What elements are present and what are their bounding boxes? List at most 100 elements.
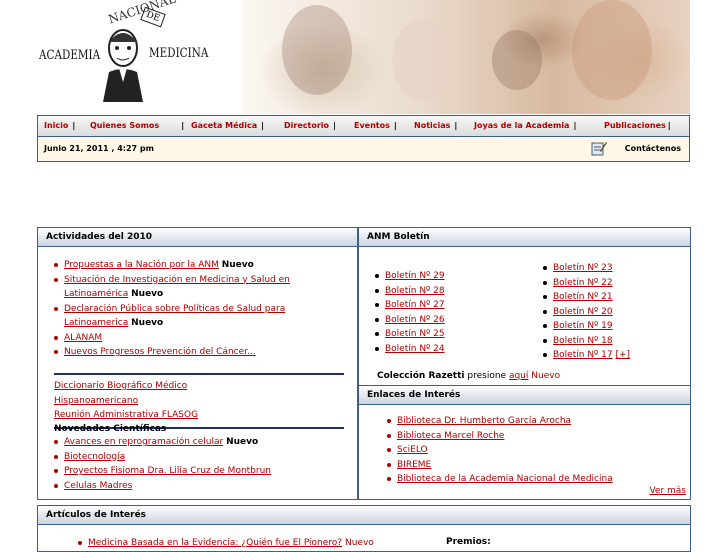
contact-edit-icon[interactable]: [591, 140, 607, 156]
boletin-link[interactable]: Boletín Nº 23: [553, 263, 613, 273]
articulo-link[interactable]: Medicina Basada en la Evidencia: ¿Quién …: [88, 538, 342, 548]
nuevo-badge: Nuevo: [131, 318, 164, 328]
boletin-link[interactable]: Boletín Nº 25: [385, 329, 445, 339]
enlace-link[interactable]: Biblioteca de la Academia Nacional de Me…: [397, 474, 613, 484]
boletin-link[interactable]: Boletín Nº 27: [385, 300, 445, 310]
novedad-link[interactable]: Biotecnología: [64, 452, 125, 462]
list-item: Boletín Nº 26: [375, 313, 445, 328]
boletin-link[interactable]: Boletín Nº 18: [553, 336, 613, 346]
enlace-link[interactable]: BIREME: [397, 460, 431, 470]
list-item: Situación de Investigación en Medicina y…: [54, 273, 344, 302]
novedades-list: Avances en reprogramación celular Nuevo …: [54, 435, 344, 493]
activity-link[interactable]: Propuestas a la Nación por la ANM: [64, 260, 219, 270]
boletin-link[interactable]: Boletín Nº 20: [553, 307, 613, 317]
boletin-panel: ANM Boletín Boletín Nº 29 Boletín Nº 28 …: [358, 227, 691, 500]
boletin-list-left: Boletín Nº 29 Boletín Nº 28 Boletín Nº 2…: [375, 269, 445, 356]
diccionario-link[interactable]: Diccionario Biográfico Médico: [54, 381, 187, 391]
nuevo-badge: Nuevo: [131, 289, 164, 299]
nav-item-gaceta-medica[interactable]: Gaceta Médica |: [191, 121, 264, 130]
nav-item-eventos[interactable]: Eventos |: [354, 121, 397, 130]
boletin-link[interactable]: Boletín Nº 28: [385, 286, 445, 296]
site-header: NACIONAL DE ACADEMIA MEDICINA: [37, 0, 690, 114]
date-bar: Junio 21, 2011 , 4:27 pm Contáctenos: [37, 136, 690, 162]
list-item: Boletín Nº 25: [375, 327, 445, 342]
logo-text-academia: ACADEMIA: [39, 48, 101, 63]
list-item: Boletín Nº 22: [543, 276, 630, 291]
header-mural-image: [242, 0, 690, 114]
activity-link[interactable]: Nuevos Progresos Prevención del Cáncer..…: [64, 347, 256, 357]
activity-link[interactable]: Situación de Investigación en Medicina y…: [64, 275, 290, 300]
boletin-list-right: Boletín Nº 23 Boletín Nº 22 Boletín Nº 2…: [543, 261, 630, 363]
logo-text-medicina: MEDICINA: [149, 46, 209, 61]
boletin-link[interactable]: Boletín Nº 24: [385, 344, 445, 354]
list-item: Avances en reprogramación celular Nuevo: [54, 435, 344, 450]
list-item: Boletín Nº 23: [543, 261, 630, 276]
coleccion-badge: Nuevo: [531, 371, 561, 381]
boletin-link[interactable]: Boletín Nº 19: [553, 321, 613, 331]
activity-link[interactable]: Declaración Pública sobre Políticas de S…: [64, 304, 285, 329]
enlace-link[interactable]: SciELO: [397, 445, 428, 455]
panel-title: Artículos de Interés: [38, 506, 690, 525]
actividades-list: Propuestas a la Nación por la ANM Nuevo …: [54, 258, 344, 360]
extra-links: Diccionario Biográfico Médico Hispanoame…: [54, 369, 344, 433]
section-heading: Novedades Científicas: [54, 424, 167, 434]
boletin-link[interactable]: Boletín Nº 26: [385, 315, 445, 325]
current-date: Junio 21, 2011 , 4:27 pm: [44, 144, 154, 153]
main-navigation: Inicio | Quienes Somos | Gaceta Médica | Di…: [37, 115, 690, 137]
hispanoamericano-link[interactable]: Hispanoamericano: [54, 396, 138, 406]
divider: [54, 373, 344, 375]
coleccion-razetti: Colección Razetti presione aquí Nuevo: [377, 371, 560, 381]
list-item: Biblioteca Marcel Roche: [387, 429, 613, 444]
actividades-panel: Actividades del 2010 Propuestas a la Nac…: [37, 227, 358, 500]
list-item: Medicina Basada en la Evidencia: ¿Quién …: [78, 536, 374, 551]
novedad-link[interactable]: Avances en reprogramación celular: [64, 437, 223, 447]
nuevo-badge: Nuevo: [221, 260, 254, 270]
nav-item-directorio[interactable]: Directorio |: [284, 121, 336, 130]
enlace-link[interactable]: Biblioteca Dr. Humberto García Arocha: [397, 416, 571, 426]
enlaces-list: Biblioteca Dr. Humberto García Arocha Bi…: [387, 414, 613, 487]
premios-heading: Premios:: [446, 537, 491, 547]
list-item: ALANAM: [54, 331, 344, 346]
nav-item-noticias[interactable]: Noticias |: [414, 121, 457, 130]
articulos-list: Medicina Basada en la Evidencia: ¿Quién …: [78, 536, 374, 551]
list-item: BIREME: [387, 458, 613, 473]
list-item: Biblioteca Dr. Humberto García Arocha: [387, 414, 613, 429]
list-item: Boletín Nº 27: [375, 298, 445, 313]
enlace-link[interactable]: Biblioteca Marcel Roche: [397, 431, 504, 441]
novedades-section: Novedades Científicas Avances en reprogr…: [54, 424, 344, 493]
logo-portrait-icon: [103, 29, 143, 102]
nuevo-badge: Nuevo: [344, 538, 374, 548]
boletin-link[interactable]: Boletín Nº 29: [385, 271, 445, 281]
coleccion-link[interactable]: aquí: [509, 371, 528, 381]
boletin-more-link[interactable]: [+]: [615, 350, 630, 360]
panel-title: ANM Boletín: [359, 228, 690, 247]
activity-link[interactable]: ALANAM: [64, 333, 102, 343]
nav-item-publicaciones[interactable]: Publicaciones |: [604, 121, 671, 130]
coleccion-text: presione: [467, 371, 507, 381]
list-item: Boletín Nº 28: [375, 284, 445, 299]
list-item: Boletín Nº 21: [543, 290, 630, 305]
nav-item-quienes-somos[interactable]: Quienes Somos |: [90, 121, 184, 130]
nuevo-badge: Nuevo: [226, 437, 259, 447]
list-item: Propuestas a la Nación por la ANM Nuevo: [54, 258, 344, 273]
list-item: Proyectos Fisioma Dra. Lilia Cruz de Mon…: [54, 464, 344, 479]
contact-link[interactable]: Contáctenos: [625, 144, 681, 153]
boletin-link[interactable]: Boletín Nº 21: [553, 292, 613, 302]
novedad-link[interactable]: Celulas Madres: [64, 481, 132, 491]
coleccion-label: Colección Razetti: [377, 371, 465, 381]
list-item: Boletín Nº 24: [375, 342, 445, 357]
list-item: Boletín Nº 20: [543, 305, 630, 320]
panel-title: Actividades del 2010: [38, 228, 357, 247]
boletin-link[interactable]: Boletín Nº 22: [553, 278, 613, 288]
enlaces-title: Enlaces de Interés: [359, 385, 690, 405]
ver-mas-link[interactable]: Ver más: [649, 486, 686, 496]
nav-item-joyas[interactable]: Joyas de la Academia |: [474, 121, 576, 130]
nav-item-inicio[interactable]: Inicio |: [44, 121, 75, 130]
novedad-link[interactable]: Proyectos Fisioma Dra. Lilia Cruz de Mon…: [64, 466, 271, 476]
flasog-link[interactable]: Reunión Administrativa FLASOG: [54, 410, 198, 420]
list-item: Biblioteca de la Academia Nacional de Me…: [387, 472, 613, 487]
list-item: SciELO: [387, 443, 613, 458]
boletin-link[interactable]: Boletín Nº 17: [553, 350, 613, 360]
list-item: Declaración Pública sobre Políticas de S…: [54, 302, 344, 331]
list-item: Boletín Nº 17 [+]: [543, 348, 630, 363]
